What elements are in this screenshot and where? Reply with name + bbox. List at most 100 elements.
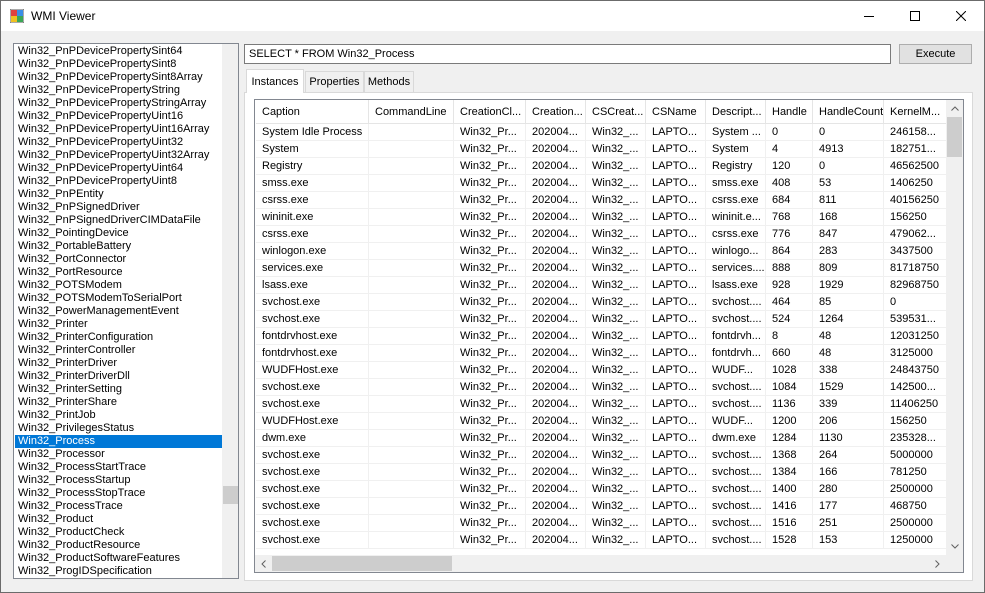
table-cell[interactable]: 202004...	[526, 464, 586, 481]
table-cell[interactable]: 768	[766, 209, 813, 226]
table-cell[interactable]: 1384	[766, 464, 813, 481]
grid-vertical-scrollbar[interactable]	[946, 100, 963, 555]
class-list-item[interactable]: Win32_PrivilegesStatus	[15, 422, 222, 435]
table-cell[interactable]: dwm.exe	[256, 430, 369, 447]
class-list-item[interactable]: Win32_PrinterShare	[15, 396, 222, 409]
table-cell[interactable]: 202004...	[526, 430, 586, 447]
table-cell[interactable]: 524	[766, 311, 813, 328]
table-cell[interactable]: LAPTO...	[646, 362, 706, 379]
table-cell[interactable]: Win32_...	[586, 124, 646, 141]
table-cell[interactable]: 202004...	[526, 141, 586, 158]
class-list-item[interactable]: Win32_PrinterConfiguration	[15, 331, 222, 344]
table-cell[interactable]: 120	[766, 158, 813, 175]
table-cell[interactable]: WUDFHost.exe	[256, 413, 369, 430]
class-list-item[interactable]: Win32_PnPDevicePropertyUint16	[15, 110, 222, 123]
table-cell[interactable]: 0	[813, 158, 884, 175]
table-cell[interactable]	[369, 447, 454, 464]
table-cell[interactable]: LAPTO...	[646, 226, 706, 243]
table-cell[interactable]	[369, 175, 454, 192]
table-cell[interactable]: 3125000	[884, 345, 947, 362]
table-cell[interactable]: 202004...	[526, 362, 586, 379]
table-cell[interactable]: LAPTO...	[646, 209, 706, 226]
table-cell[interactable]	[369, 379, 454, 396]
table-cell[interactable]: 1136	[766, 396, 813, 413]
table-cell[interactable]: Win32_Pr...	[454, 498, 526, 515]
table-cell[interactable]: svchost.exe	[256, 447, 369, 464]
class-list-item[interactable]: Win32_PrinterSetting	[15, 383, 222, 396]
table-cell[interactable]: 202004...	[526, 294, 586, 311]
class-list-item[interactable]: Win32_PnPDevicePropertyStringArray	[15, 97, 222, 110]
table-cell[interactable]: 202004...	[526, 498, 586, 515]
table-cell[interactable]: 202004...	[526, 447, 586, 464]
table-cell[interactable]	[369, 532, 454, 549]
column-header[interactable]: Handle	[766, 100, 813, 124]
table-cell[interactable]: 811	[813, 192, 884, 209]
table-cell[interactable]: 48	[813, 328, 884, 345]
table-cell[interactable]: 156250	[884, 413, 947, 430]
table-cell[interactable]: LAPTO...	[646, 515, 706, 532]
table-cell[interactable]: Win32_Pr...	[454, 175, 526, 192]
table-cell[interactable]: Win32_...	[586, 141, 646, 158]
table-cell[interactable]: winlogon.exe	[256, 243, 369, 260]
table-cell[interactable]	[369, 141, 454, 158]
table-cell[interactable]: 24843750	[884, 362, 947, 379]
table-cell[interactable]: LAPTO...	[646, 277, 706, 294]
table-cell[interactable]: Win32_...	[586, 413, 646, 430]
table-cell[interactable]	[369, 294, 454, 311]
table-cell[interactable]: 776	[766, 226, 813, 243]
column-header[interactable]: CreationCl...	[454, 100, 526, 124]
table-cell[interactable]: LAPTO...	[646, 141, 706, 158]
class-list-item[interactable]: Win32_Printer	[15, 318, 222, 331]
table-cell[interactable]: Win32_Pr...	[454, 362, 526, 379]
table-cell[interactable]: 1528	[766, 532, 813, 549]
table-cell[interactable]: LAPTO...	[646, 447, 706, 464]
table-cell[interactable]: 251	[813, 515, 884, 532]
table-cell[interactable]: LAPTO...	[646, 175, 706, 192]
table-cell[interactable]: 888	[766, 260, 813, 277]
class-list-item[interactable]: Win32_ProcessStartup	[15, 474, 222, 487]
table-cell[interactable]: Win32_...	[586, 294, 646, 311]
class-list-item[interactable]: Win32_Product	[15, 513, 222, 526]
table-cell[interactable]: 202004...	[526, 379, 586, 396]
table-cell[interactable]: 1130	[813, 430, 884, 447]
table-cell[interactable]: 202004...	[526, 396, 586, 413]
table-cell[interactable]: Win32_Pr...	[454, 481, 526, 498]
class-list-item[interactable]: Win32_PnPDevicePropertyUint32	[15, 136, 222, 149]
table-cell[interactable]: 182751...	[884, 141, 947, 158]
table-cell[interactable]: Win32_Pr...	[454, 328, 526, 345]
table-cell[interactable]: 781250	[884, 464, 947, 481]
class-list-item[interactable]: Win32_ProcessStopTrace	[15, 487, 222, 500]
class-list-item[interactable]: Win32_PnPDevicePropertySint64	[15, 45, 222, 58]
table-cell[interactable]: csrss.exe	[706, 226, 766, 243]
table-cell[interactable]	[369, 396, 454, 413]
column-header[interactable]: Descript...	[706, 100, 766, 124]
table-cell[interactable]: lsass.exe	[256, 277, 369, 294]
table-cell[interactable]: Win32_...	[586, 379, 646, 396]
instances-grid[interactable]: Caption CommandLine CreationCl... Creation.…	[254, 99, 964, 573]
column-header[interactable]: HandleCount	[813, 100, 884, 124]
table-cell[interactable]: Win32_Pr...	[454, 464, 526, 481]
minimize-button[interactable]	[846, 1, 892, 31]
table-cell[interactable]: Win32_...	[586, 209, 646, 226]
class-list-item[interactable]: Win32_PnPDevicePropertyUint16Array	[15, 123, 222, 136]
table-cell[interactable]: 0	[766, 124, 813, 141]
class-list-item[interactable]: Win32_PnPSignedDriver	[15, 201, 222, 214]
table-cell[interactable]: 479062...	[884, 226, 947, 243]
table-cell[interactable]: 0	[884, 294, 947, 311]
table-cell[interactable]: Win32_...	[586, 192, 646, 209]
table-cell[interactable]: 864	[766, 243, 813, 260]
table-cell[interactable]: LAPTO...	[646, 498, 706, 515]
table-cell[interactable]: 81718750	[884, 260, 947, 277]
table-cell[interactable]: 2500000	[884, 515, 947, 532]
table-cell[interactable]: 847	[813, 226, 884, 243]
table-cell[interactable]: 660	[766, 345, 813, 362]
table-cell[interactable]	[369, 515, 454, 532]
table-cell[interactable]: 46562500	[884, 158, 947, 175]
class-list-item[interactable]: Win32_PointingDevice	[15, 227, 222, 240]
class-list-item[interactable]: Win32_ProgIDSpecification	[15, 565, 222, 578]
table-cell[interactable]: Win32_...	[586, 396, 646, 413]
table-cell[interactable]: 1406250	[884, 175, 947, 192]
table-cell[interactable]: 202004...	[526, 481, 586, 498]
table-cell[interactable]: svchost....	[706, 464, 766, 481]
table-cell[interactable]: wininit.exe	[256, 209, 369, 226]
